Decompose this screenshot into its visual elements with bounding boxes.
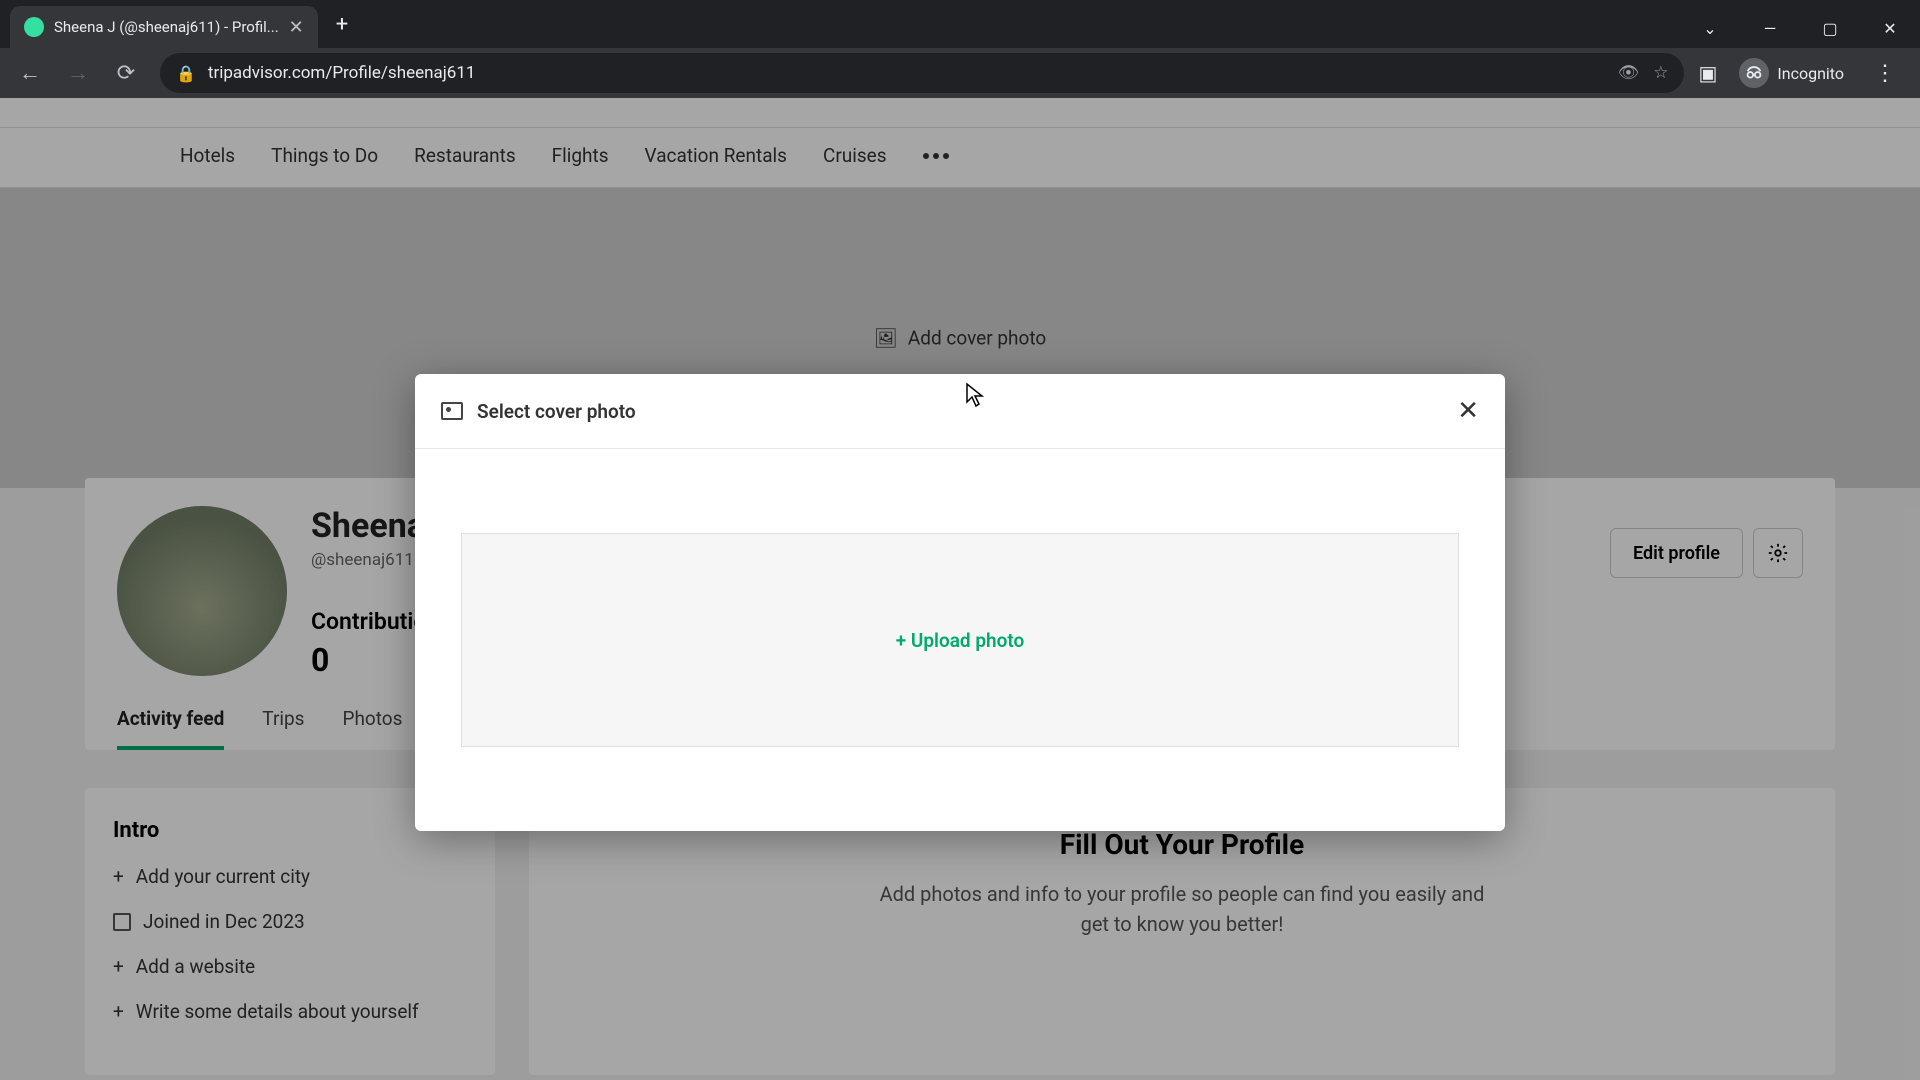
forward-button[interactable]: →: [58, 53, 98, 93]
viewport: Hotels Things to Do Restaurants Flights …: [0, 98, 1920, 1080]
reload-button[interactable]: ⟳: [106, 53, 146, 93]
tab-title: Sheena J (@sheenaj611) - Profil...: [54, 18, 279, 36]
address-bar[interactable]: 🔒 tripadvisor.com/Profile/sheenaj611 👁 ☆: [160, 53, 1684, 93]
incognito-label: Incognito: [1777, 64, 1844, 83]
new-tab-button[interactable]: +: [318, 12, 366, 37]
incognito-chip[interactable]: Incognito: [1729, 54, 1854, 92]
upload-photo-label: + Upload photo: [896, 629, 1025, 652]
close-icon[interactable]: ✕: [1457, 396, 1479, 426]
select-cover-modal: Select cover photo ✕ + Upload photo: [415, 374, 1505, 831]
modal-header: Select cover photo ✕: [415, 374, 1505, 449]
browser-menu-icon[interactable]: ⋮: [1866, 61, 1904, 86]
bookmark-icon[interactable]: ☆: [1653, 63, 1668, 83]
chevron-down-icon[interactable]: ⌄: [1680, 8, 1740, 48]
tab-close-icon[interactable]: ✕: [289, 17, 304, 38]
browser-tab[interactable]: Sheena J (@sheenaj611) - Profil... ✕: [10, 6, 318, 48]
modal-title: Select cover photo: [477, 400, 636, 423]
image-icon: [441, 402, 463, 420]
url-text: tripadvisor.com/Profile/sheenaj611: [208, 63, 476, 83]
upload-photo-button[interactable]: + Upload photo: [461, 533, 1459, 747]
back-button[interactable]: ←: [10, 53, 50, 93]
close-window-icon[interactable]: ✕: [1860, 8, 1920, 48]
incognito-icon: [1739, 58, 1769, 88]
favicon: [24, 17, 44, 37]
modal-body: + Upload photo: [415, 449, 1505, 831]
minimize-icon[interactable]: —: [1740, 8, 1800, 48]
window-controls: ⌄ — ▢ ✕: [1680, 8, 1920, 48]
extensions-icon[interactable]: ▣: [1698, 61, 1717, 85]
lock-icon: 🔒: [176, 64, 196, 83]
browser-toolbar: ← → ⟳ 🔒 tripadvisor.com/Profile/sheenaj6…: [0, 48, 1920, 98]
maximize-icon[interactable]: ▢: [1800, 8, 1860, 48]
browser-titlebar: Sheena J (@sheenaj611) - Profil... ✕ + ⌄…: [0, 0, 1920, 48]
eye-off-icon[interactable]: 👁: [1618, 63, 1640, 83]
